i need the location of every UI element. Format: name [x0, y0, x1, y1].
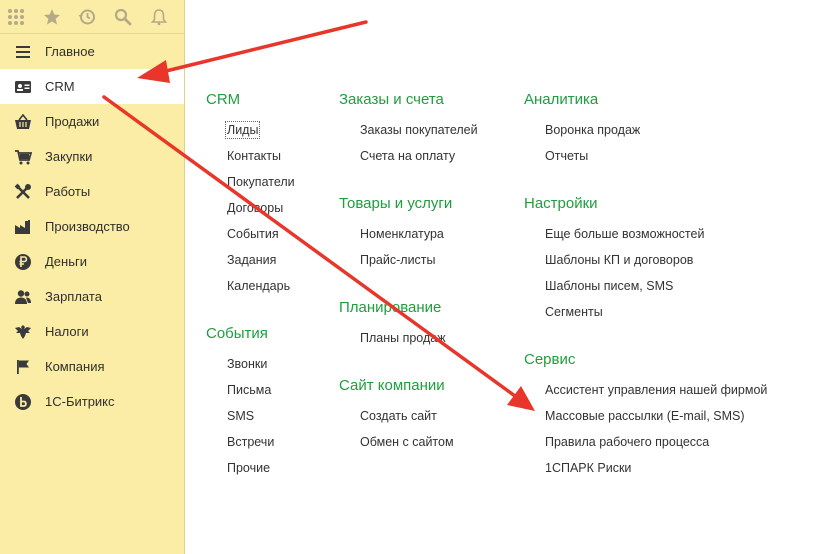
history-icon[interactable] — [77, 6, 98, 28]
link-price-lists[interactable]: Прайс-листы — [360, 253, 436, 267]
sidebar-item-label: Производство — [45, 219, 130, 234]
sidebar-item-label: Продажи — [45, 114, 100, 129]
link-letters[interactable]: Письма — [227, 383, 271, 397]
link-sales-funnel[interactable]: Воронка продаж — [545, 123, 640, 137]
section-title-site[interactable]: Сайт компании — [339, 377, 445, 394]
link-leads[interactable]: Лиды — [224, 121, 261, 139]
link-customer-orders[interactable]: Заказы покупателей — [360, 123, 478, 137]
sidebar-item-label: Главное — [45, 44, 95, 59]
cart-icon — [14, 148, 32, 166]
sidebar-item-sales[interactable]: Продажи — [0, 104, 184, 139]
crm-section-panel: CRM Лиды Контакты Покупатели Договоры Со… — [186, 0, 822, 554]
link-more-features[interactable]: Еще больше возможностей — [545, 227, 704, 241]
link-contacts[interactable]: Контакты — [227, 149, 281, 163]
sidebar-item-crm[interactable]: CRM — [0, 69, 184, 104]
section-title-orders[interactable]: Заказы и счета — [339, 91, 444, 108]
sidebar-item-salary[interactable]: Зарплата — [0, 279, 184, 314]
link-customers[interactable]: Покупатели — [227, 175, 295, 189]
link-crm-events[interactable]: События — [227, 227, 279, 241]
sidebar: Главное CRM Продажи Закупки Работы Произ… — [0, 0, 185, 554]
sidebar-item-label: Работы — [45, 184, 91, 199]
flag-icon — [14, 358, 32, 376]
section-title-analytics[interactable]: Аналитика — [524, 91, 598, 108]
contact-card-icon — [14, 78, 32, 96]
section-title-planning[interactable]: Планирование — [339, 299, 441, 316]
sidebar-item-money[interactable]: Деньги — [0, 244, 184, 279]
section-title-service[interactable]: Сервис — [524, 351, 575, 368]
sidebar-item-purchases[interactable]: Закупки — [0, 139, 184, 174]
sidebar-item-company[interactable]: Компания — [0, 349, 184, 384]
bell-icon[interactable] — [148, 6, 169, 28]
apps-grid-icon[interactable] — [6, 6, 27, 28]
link-spark-risks[interactable]: 1СПАРК Риски — [545, 461, 631, 475]
link-create-site[interactable]: Создать сайт — [360, 409, 437, 423]
link-sales-plans[interactable]: Планы продаж — [360, 331, 446, 345]
sidebar-item-production[interactable]: Производство — [0, 209, 184, 244]
sidebar-item-label: Компания — [45, 359, 105, 374]
sidebar-nav: Главное CRM Продажи Закупки Работы Произ… — [0, 34, 184, 419]
section-title-settings[interactable]: Настройки — [524, 195, 598, 212]
sidebar-item-label: Деньги — [45, 254, 87, 269]
sidebar-item-label: Зарплата — [45, 289, 102, 304]
link-calendar[interactable]: Календарь — [227, 279, 290, 293]
section-title-goods[interactable]: Товары и услуги — [339, 195, 452, 212]
search-icon[interactable] — [113, 6, 134, 28]
link-tasks[interactable]: Задания — [227, 253, 276, 267]
link-other[interactable]: Прочие — [227, 461, 270, 475]
people-icon — [14, 288, 32, 306]
link-invoices[interactable]: Счета на оплату — [360, 149, 455, 163]
link-letter-templates[interactable]: Шаблоны писем, SMS — [545, 279, 673, 293]
link-calls[interactable]: Звонки — [227, 357, 267, 371]
ruble-coin-icon — [14, 253, 32, 271]
sidebar-toolbar — [0, 0, 184, 34]
link-contracts[interactable]: Договоры — [227, 201, 283, 215]
sidebar-item-label: 1С-Битрикс — [45, 394, 115, 409]
link-mass-mailing[interactable]: Массовые рассылки (E-mail, SMS) — [545, 409, 745, 423]
menu-lines-icon — [14, 43, 32, 61]
section-title-crm[interactable]: CRM — [206, 91, 240, 108]
sidebar-item-bitrix[interactable]: 1С-Битрикс — [0, 384, 184, 419]
link-workflow-rules[interactable]: Правила рабочего процесса — [545, 435, 709, 449]
link-site-exchange[interactable]: Обмен с сайтом — [360, 435, 454, 449]
section-title-events[interactable]: События — [206, 325, 268, 342]
basket-icon — [14, 113, 32, 131]
link-assistant[interactable]: Ассистент управления нашей фирмой — [545, 383, 767, 397]
link-reports[interactable]: Отчеты — [545, 149, 588, 163]
sidebar-item-label: Налоги — [45, 324, 89, 339]
sidebar-item-works[interactable]: Работы — [0, 174, 184, 209]
sidebar-item-label: Закупки — [45, 149, 93, 164]
bitrix-icon — [14, 393, 32, 411]
link-segments[interactable]: Сегменты — [545, 305, 603, 319]
eagle-icon — [14, 323, 32, 341]
factory-icon — [14, 218, 32, 236]
sidebar-item-taxes[interactable]: Налоги — [0, 314, 184, 349]
link-meetings[interactable]: Встречи — [227, 435, 274, 449]
link-nomenclature[interactable]: Номенклатура — [360, 227, 444, 241]
sidebar-item-main[interactable]: Главное — [0, 34, 184, 69]
tools-icon — [14, 183, 32, 201]
link-kp-templates[interactable]: Шаблоны КП и договоров — [545, 253, 693, 267]
star-icon[interactable] — [42, 6, 63, 28]
link-sms[interactable]: SMS — [227, 409, 254, 423]
sidebar-item-label: CRM — [45, 79, 75, 94]
